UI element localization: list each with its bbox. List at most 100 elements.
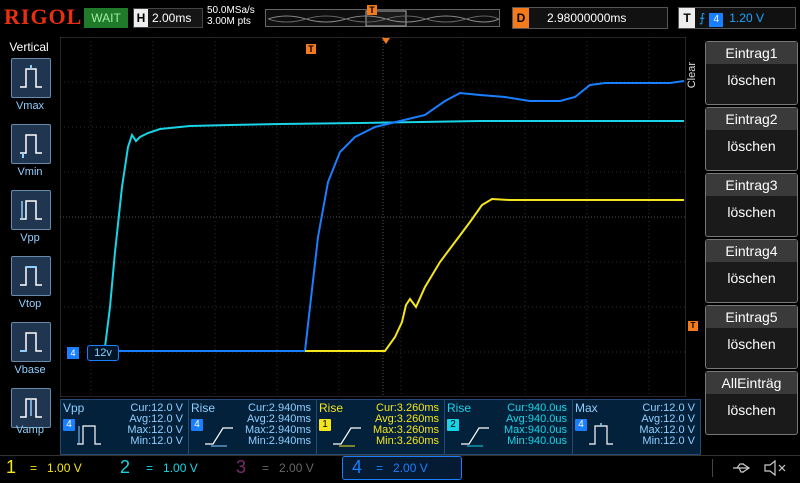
sample-rate: 50.0MSa/s [207,5,255,16]
measurement-name: Rise [319,401,344,415]
entry1-title: Eintrag1 [706,42,797,64]
dc-coupling-icon: = [146,461,154,475]
speaker-muted-icon [764,459,786,477]
dc-coupling-icon: = [262,461,270,475]
vmax-measure-icon [589,423,613,445]
channel3-scale[interactable]: = 2.00 V [262,456,342,480]
measurement-max-ch4[interactable]: Max 4 Cur:12.0 V Avg:12.0 V Max:12.0 V M… [572,399,701,455]
channel4-ground-marker[interactable]: 4 [67,347,79,359]
vpp-button[interactable] [11,190,51,230]
measurement-min: Min:940.0us [507,435,567,447]
trigger-display[interactable]: T ⨍ 4 1.20 V [678,7,796,29]
clear-menu-title: Clear [686,62,698,89]
measurement-name: Max [575,401,598,415]
trigger-level-marker[interactable]: T [688,321,698,331]
channel1-scale[interactable]: = 1.00 V [30,456,110,480]
clear-entry5-button[interactable]: Eintrag5 löschen [705,305,798,369]
all-entries-title: AllEinträg [706,372,797,394]
measurement-name: Vpp [63,401,85,415]
trigger-caret-icon [382,38,390,44]
timebase-value: 2.00ms [152,11,192,25]
measurement-min: Min:3.260ms [376,435,439,447]
vamp-icon [20,398,42,418]
memory-overview-waveform [267,10,500,27]
channel4-offset-label: 12v [87,345,119,361]
vmax-icon [20,65,42,88]
measurement-rise-ch1[interactable]: Rise 1 Cur:3.260ms Avg:3.260ms Max:3.260… [316,399,445,455]
entry2-action: löschen [727,138,776,154]
channel1-scale-value: 1.00 V [47,461,82,475]
trigger-source-badge: 4 [709,13,724,27]
entry3-title: Eintrag3 [706,174,797,196]
vpp-icon [20,200,42,220]
waveform-display[interactable] [60,37,686,397]
rise-time-icon [205,427,233,447]
vbase-label: Vbase [14,364,46,376]
channel4-scale-value: 2.00 V [393,461,428,475]
measurement-channel-badge: 2 [447,419,459,431]
memory-overview-strip[interactable] [265,9,500,27]
entry5-title: Eintrag5 [706,306,797,328]
vmin-icon [20,134,42,158]
measurement-name: Rise [447,401,472,415]
vmin-button[interactable] [11,124,51,164]
vtop-button[interactable] [11,256,51,296]
vamp-label: Vamp [16,424,44,436]
entry3-action: löschen [727,204,776,220]
measurement-min: Min:12.0 V [642,435,695,447]
measurement-min: Min:12.0 V [130,435,183,447]
clear-all-button[interactable]: AllEinträg löschen [705,371,798,435]
delay-value: 2.98000000ms [547,11,627,25]
memory-depth: 3.00M pts [207,16,251,27]
all-entries-action: löschen [727,402,776,418]
channel4-number[interactable]: 4 [352,455,362,479]
entry4-title: Eintrag4 [706,240,797,262]
vmax-label: Vmax [15,100,45,112]
vpp-measure-icon [77,425,101,445]
measurement-channel-badge: 4 [63,419,75,431]
trigger-level-value: 1.20 V [729,11,764,25]
clear-entry4-button[interactable]: Eintrag4 löschen [705,239,798,303]
channel4-scale[interactable]: = 2.00 V [376,456,456,480]
rise-time-icon [461,427,489,447]
vpp-label: Vpp [20,232,40,244]
trigger-position-marker[interactable]: T [367,5,377,15]
vtop-label: Vtop [18,298,42,310]
entry5-action: löschen [727,336,776,352]
timebase-display[interactable]: H 2.00ms [133,8,203,28]
measurement-rise-ch4[interactable]: Rise 4 Cur:2.940ms Avg:2.940ms Max:2.940… [188,399,317,455]
measurement-name: Rise [191,401,216,415]
channel3-scale-value: 2.00 V [279,461,314,475]
brand-logo: RIGOL [4,4,83,29]
vbase-icon [20,332,42,352]
entry2-title: Eintrag2 [706,108,797,130]
measurement-channel-badge: 1 [319,419,331,431]
dc-coupling-icon: = [376,461,384,475]
entry4-action: löschen [727,270,776,286]
clear-entry3-button[interactable]: Eintrag3 löschen [705,173,798,237]
measurement-min: Min:2.940ms [248,435,311,447]
trigger-key: T [679,8,695,28]
vmax-button[interactable] [11,58,51,98]
channel1-number[interactable]: 1 [6,455,16,479]
delay-display[interactable]: D 2.98000000ms [512,7,668,29]
clear-entry2-button[interactable]: Eintrag2 löschen [705,107,798,171]
clear-entry1-button[interactable]: Eintrag1 löschen [705,41,798,105]
trigger-time-marker[interactable]: T [306,44,316,54]
measurement-vpp-ch4[interactable]: Vpp 4 Cur:12.0 V Avg:12.0 V Max:12.0 V M… [60,399,189,455]
entry1-action: löschen [727,72,776,88]
vamp-button[interactable] [11,388,51,428]
channel3-number[interactable]: 3 [236,455,246,479]
run-status-badge[interactable]: WAIT [84,8,128,28]
usb-icon [733,463,751,473]
rising-edge-icon: ⨍ [699,11,706,25]
mute-speaker-icon[interactable] [762,458,792,478]
vmin-label: Vmin [17,166,43,178]
vbase-button[interactable] [11,322,51,362]
channel2-number[interactable]: 2 [120,455,130,479]
delay-key: D [513,8,529,28]
vtop-icon [20,266,42,286]
measurement-rise-ch2[interactable]: Rise 2 Cur:940.0us Avg:940.0us Max:940.0… [444,399,573,455]
horizontal-key: H [134,9,148,27]
channel2-scale[interactable]: = 1.00 V [146,456,226,480]
